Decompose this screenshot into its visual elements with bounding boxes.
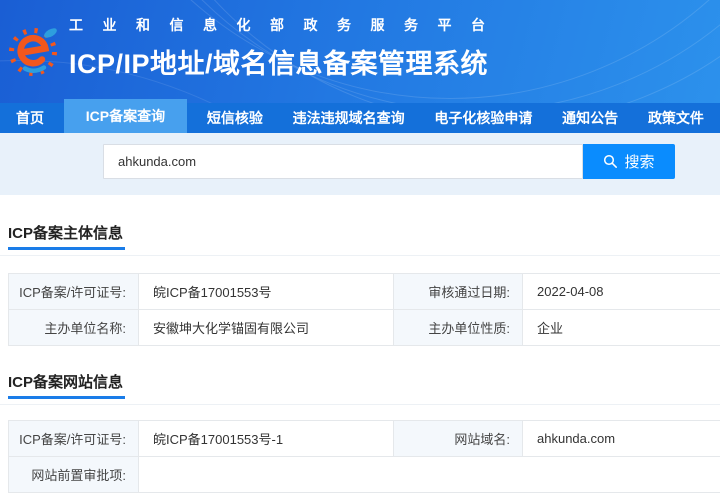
system-title: ICP/IP地址/域名信息备案管理系统 <box>69 49 489 79</box>
table-row: ICP备案/许可证号: 皖ICP备17001553号-1 网站域名: ahkun… <box>8 420 720 457</box>
table-row: ICP备案/许可证号: 皖ICP备17001553号 审核通过日期: 2022-… <box>8 273 720 310</box>
field-label-organizer-nature: 主办单位性质: <box>393 309 523 346</box>
field-label-review-date: 审核通过日期: <box>393 273 523 310</box>
field-value-pre-approval-item <box>138 456 720 493</box>
main-nav: 首页 ICP备案查询 短信核验 违法违规域名查询 电子化核验申请 通知公告 政策… <box>0 99 720 133</box>
field-value-website-icp-license: 皖ICP备17001553号-1 <box>138 420 394 457</box>
search-button-label: 搜索 <box>624 154 655 171</box>
nav-item-home[interactable]: 首页 <box>6 103 54 133</box>
field-label-icp-license: ICP备案/许可证号: <box>8 273 139 310</box>
field-label-website-domain: 网站域名: <box>393 420 523 457</box>
page: 工业和信息化部政务服务平台 ICP/IP地址/域名信息备案管理系统 首页 ICP… <box>0 0 720 493</box>
website-section-head: ICP备案网站信息 <box>0 346 720 405</box>
nav-item-illegal-domain-query[interactable]: 违法违规域名查询 <box>283 103 415 133</box>
website-section-title: ICP备案网站信息 <box>8 371 126 399</box>
search-band: 搜索 <box>0 133 720 195</box>
nav-item-notices[interactable]: 通知公告 <box>552 103 628 133</box>
field-value-organizer-name: 安徽坤大化学锚固有限公司 <box>138 309 394 346</box>
masthead-titles: 工业和信息化部政务服务平台 ICP/IP地址/域名信息备案管理系统 <box>69 15 505 81</box>
main-content: ICP备案主体信息 ICP备案/许可证号: 皖ICP备17001553号 审核通… <box>0 195 720 493</box>
magnifier-icon <box>604 154 618 168</box>
nav-item-policy-documents[interactable]: 政策文件 <box>638 103 714 133</box>
field-value-review-date: 2022-04-08 <box>522 273 720 310</box>
field-value-organizer-nature: 企业 <box>522 309 720 346</box>
website-info-table: ICP备案/许可证号: 皖ICP备17001553号-1 网站域名: ahkun… <box>8 420 720 493</box>
table-row: 主办单位名称: 安徽坤大化学锚固有限公司 主办单位性质: 企业 <box>8 309 720 346</box>
nav-item-e-verification-apply[interactable]: 电子化核验申请 <box>424 103 542 133</box>
site-header: 工业和信息化部政务服务平台 ICP/IP地址/域名信息备案管理系统 <box>0 0 720 103</box>
search-button[interactable]: 搜索 <box>583 144 675 179</box>
field-value-icp-license: 皖ICP备17001553号 <box>138 273 394 310</box>
table-row: 网站前置审批项: <box>8 456 720 493</box>
miit-gear-e-logo-icon <box>8 22 60 80</box>
field-label-pre-approval-item: 网站前置审批项: <box>8 456 139 493</box>
platform-title: 工业和信息化部政务服务平台 <box>69 17 505 33</box>
subject-section-head: ICP备案主体信息 <box>0 195 720 256</box>
nav-item-sms-verification[interactable]: 短信核验 <box>197 103 273 133</box>
field-label-website-icp-license: ICP备案/许可证号: <box>8 420 139 457</box>
nav-item-icp-record-query[interactable]: ICP备案查询 <box>63 99 188 133</box>
subject-info-table: ICP备案/许可证号: 皖ICP备17001553号 审核通过日期: 2022-… <box>8 273 720 346</box>
search-input[interactable] <box>103 144 583 179</box>
field-label-organizer-name: 主办单位名称: <box>8 309 139 346</box>
subject-section-title: ICP备案主体信息 <box>8 222 126 250</box>
field-value-website-domain: ahkunda.com <box>522 420 720 457</box>
